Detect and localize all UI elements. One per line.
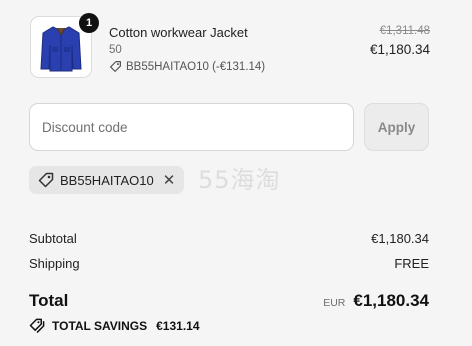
discounted-price: €1,180.34 [369,42,430,57]
close-icon[interactable]: ✕ [163,171,176,189]
subtotal-row: Subtotal €1,180.34 [29,231,429,246]
applied-discount-chip: BB55HAITAO10 ✕ [29,166,185,194]
subtotal-value: €1,180.34 [371,231,429,246]
subtotal-label: Subtotal [29,231,77,246]
line-item: 1 Cotton workwear Jacket 50 BB55HAITAO10… [30,13,430,88]
tags-icon [29,318,45,333]
product-discount-line: BB55HAITAO10 (-€131.14) [109,60,265,73]
product-discount-text: BB55HAITAO10 (-€131.14) [126,60,266,73]
shipping-row: Shipping FREE [29,256,429,271]
total-amount: €1,180.34 [353,291,429,310]
total-amount-group: EUR €1,180.34 [323,291,429,311]
shipping-label: Shipping [29,256,80,271]
watermark: 55海淘 [198,166,281,194]
quantity-badge: 1 [79,13,99,33]
product-thumbnail: 1 [30,13,99,78]
savings-label: TOTAL SAVINGS [52,318,148,333]
total-savings: TOTAL SAVINGS €131.14 [29,318,200,333]
apply-button[interactable]: Apply [364,103,429,151]
discount-code-input[interactable] [29,103,354,151]
shipping-value: FREE [394,256,429,271]
product-variant: 50 [109,44,122,56]
applied-code-label: BB55HAITAO10 [60,172,154,188]
savings-value: €131.14 [156,318,200,333]
total-label: Total [29,291,69,310]
original-price: €1,311.48 [379,25,430,37]
tag-icon [38,172,54,188]
product-name: Cotton workwear Jacket [109,25,248,40]
currency-code: EUR [323,297,346,309]
jacket-thumbnail [40,26,82,72]
tag-icon [110,61,121,72]
